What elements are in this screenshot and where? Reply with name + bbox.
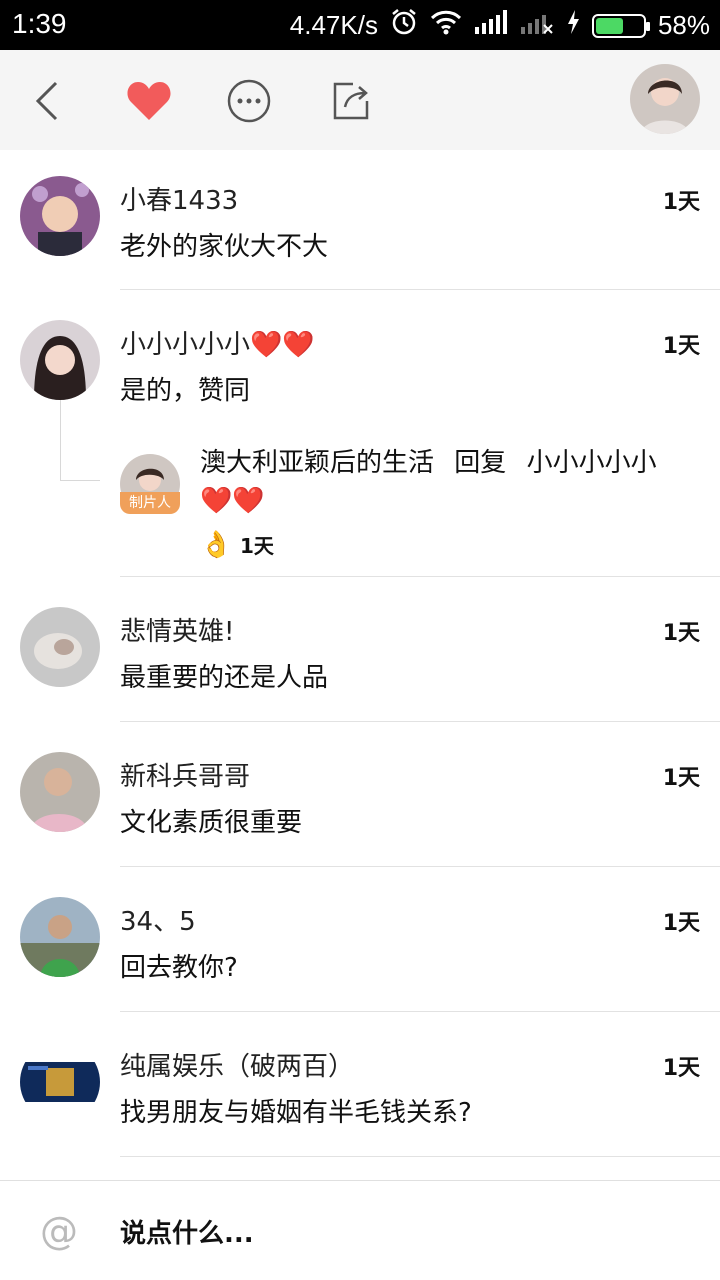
top-toolbar [0, 50, 720, 150]
share-icon [333, 82, 369, 120]
network-speed: 4.47K/s [289, 10, 378, 40]
producer-badge: 制片人 [120, 492, 180, 514]
more-button[interactable] [224, 76, 274, 126]
avatar[interactable] [20, 176, 100, 256]
comment-time: 1天 [662, 1056, 700, 1081]
signal-icon [474, 9, 508, 42]
commenter-name[interactable]: 悲情英雄! [120, 611, 234, 648]
signal-none-icon [520, 9, 554, 42]
comment-time: 1天 [662, 621, 700, 646]
divider [120, 1156, 720, 1157]
avatar[interactable] [20, 607, 100, 687]
comment-item[interactable]: 小春1433 老外的家伙大不大 1天 [0, 150, 720, 290]
avatar[interactable] [20, 897, 100, 977]
commenter-name[interactable]: 小春1433 [120, 180, 238, 217]
battery-percent: 58% [657, 10, 710, 40]
comment-time: 1天 [662, 766, 700, 791]
commenter-name[interactable]: 小小小小小❤️❤️ [120, 324, 315, 361]
reply-target[interactable]: 小小小小小 [527, 448, 657, 478]
comment-input[interactable]: 说点什么... [120, 1213, 254, 1250]
comment-time: 1天 [662, 911, 700, 936]
reply-author[interactable]: 澳大利亚颖后的生活 [200, 448, 434, 478]
comment-item[interactable]: 纯属娱乐（破两百） 找男朋友与婚姻有半毛钱关系? 1天 [0, 1012, 720, 1157]
like-button[interactable] [124, 76, 174, 126]
comment-time: 1天 [662, 334, 700, 359]
status-time: 1:39 [12, 8, 67, 39]
back-icon [35, 81, 58, 121]
battery-icon [591, 13, 650, 38]
status-icons: 4.47K/s 58% [290, 8, 710, 43]
comment-item[interactable]: 悲情英雄! 最重要的还是人品 1天 [0, 577, 720, 722]
comment-item[interactable]: 34、5 回去教你? 1天 [0, 867, 720, 1012]
reply-reaction: 👌 [200, 526, 240, 564]
avatar[interactable] [20, 320, 100, 400]
share-button[interactable] [326, 76, 376, 126]
comment-text: 文化素质很重要 [120, 808, 303, 838]
heart-icon [127, 82, 171, 120]
ok-hand-emoji: 👌 [200, 530, 233, 560]
charging-icon [566, 9, 580, 42]
reply-verb: 回复 [454, 448, 507, 478]
reply-connector [60, 480, 100, 481]
more-icon [227, 79, 271, 123]
back-button[interactable] [22, 76, 72, 126]
reply-text: 澳大利亚颖后的生活 回复 小小小小小 ❤️❤️ [200, 444, 690, 520]
commenter-name[interactable]: 新科兵哥哥 [120, 756, 250, 793]
wifi-icon [430, 9, 462, 42]
comment-item[interactable]: 新科兵哥哥 文化素质很重要 1天 [0, 722, 720, 867]
status-bar: 1:39 4.47K/s 58% [0, 0, 720, 50]
avatar[interactable] [20, 752, 100, 832]
comment-text: 最重要的还是人品 [120, 663, 329, 693]
comment-text: 是的，赞同 [120, 376, 251, 406]
avatar[interactable] [20, 1042, 100, 1122]
battery-fill [595, 17, 623, 34]
comment-text: 回去教你? [120, 953, 238, 983]
mention-icon[interactable]: @ [40, 1209, 78, 1253]
commenter-name[interactable]: 34、5 [120, 901, 196, 938]
commenter-name[interactable]: 纯属娱乐（破两百） [120, 1046, 354, 1083]
reply-hearts: ❤️❤️ [200, 486, 265, 516]
author-avatar[interactable] [630, 64, 700, 134]
comment-input-bar[interactable]: @ 说点什么... [0, 1180, 720, 1280]
reply-connector [60, 400, 61, 480]
comment-text: 老外的家伙大不大 [120, 232, 329, 262]
comment-item[interactable]: 小小小小小❤️❤️ 是的，赞同 1天 制片人 澳大利亚颖后的生活 回复 小小小小… [0, 290, 720, 577]
comment-text: 找男朋友与婚姻有半毛钱关系? [120, 1098, 472, 1128]
comment-time: 1天 [662, 190, 700, 215]
reply-time: 1天 [240, 534, 274, 558]
comment-list: 小春1433 老外的家伙大不大 1天 小小小小小❤️❤️ 是的，赞同 1天 制片… [0, 150, 720, 1157]
alarm-icon [390, 8, 418, 43]
